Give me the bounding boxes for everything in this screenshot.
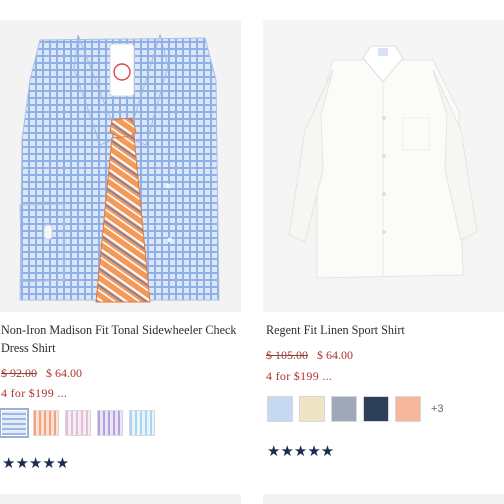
color-swatch[interactable] xyxy=(395,396,421,422)
color-swatch[interactable] xyxy=(33,410,59,436)
rating-stars: ★★★★★ xyxy=(267,444,335,460)
color-swatch[interactable] xyxy=(363,396,389,422)
color-swatch[interactable] xyxy=(97,410,123,436)
check-shirt-illustration xyxy=(19,33,220,303)
product-image-check-shirt[interactable] xyxy=(0,20,241,312)
color-swatch[interactable] xyxy=(129,410,155,436)
more-swatches-link[interactable]: +3 xyxy=(431,403,444,415)
product-name[interactable]: Non-Iron Madison Fit Tonal Sidewheeler C… xyxy=(1,321,239,357)
color-swatch[interactable] xyxy=(267,396,293,422)
next-product-image-placeholder xyxy=(263,494,504,504)
sale-price: $ 64.00 xyxy=(317,348,353,362)
original-price: $ 105.00 xyxy=(266,348,308,362)
promo-text[interactable]: 4 for $199 ... xyxy=(266,369,332,384)
product-name[interactable]: Regent Fit Linen Sport Shirt xyxy=(266,321,504,339)
color-swatch[interactable] xyxy=(331,396,357,422)
color-swatches xyxy=(0,408,155,438)
color-swatches: +3 xyxy=(267,396,444,422)
next-product-image-placeholder xyxy=(0,494,241,504)
color-swatch[interactable] xyxy=(0,408,29,438)
rating-stars: ★★★★★ xyxy=(2,456,70,472)
product-image-linen-shirt[interactable] xyxy=(263,20,504,312)
promo-text[interactable]: 4 for $199 ... xyxy=(1,386,67,401)
color-swatch[interactable] xyxy=(299,396,325,422)
sale-price: $ 64.00 xyxy=(46,366,82,380)
price-group: $ 92.00 $ 64.00 xyxy=(1,366,82,381)
price-group: $ 105.00 $ 64.00 xyxy=(266,348,353,363)
color-swatch[interactable] xyxy=(65,410,91,436)
linen-shirt-illustration xyxy=(288,45,478,279)
original-price: $ 92.00 xyxy=(1,366,37,380)
